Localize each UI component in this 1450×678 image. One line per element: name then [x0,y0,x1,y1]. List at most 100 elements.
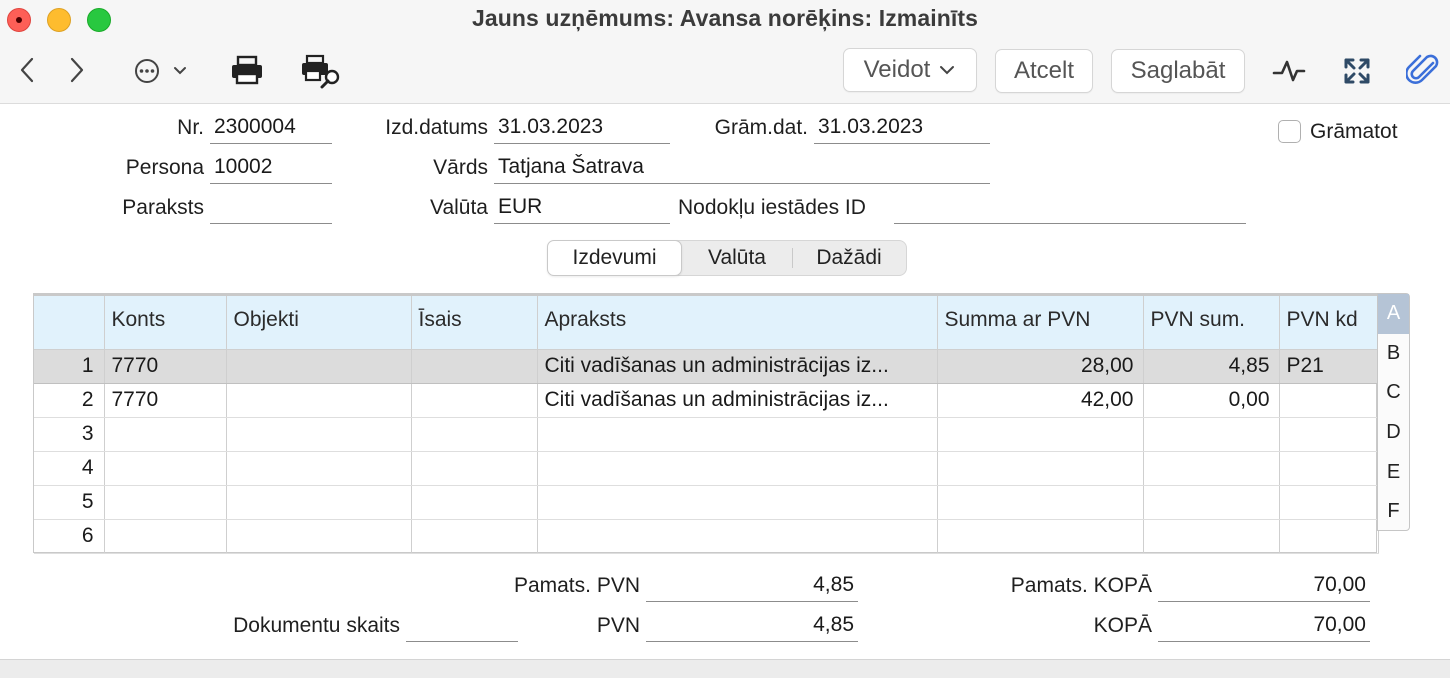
col-header-pvn-sum[interactable]: PVN sum. [1143,296,1280,350]
cell-konts[interactable]: 7770 [104,383,227,418]
nr-field[interactable]: 2300004 [210,112,332,144]
tab-valuta[interactable]: Valūta [682,241,792,275]
total-field: 70,00 [1158,610,1370,642]
fullscreen-icon[interactable] [1340,54,1374,88]
signature-field[interactable] [210,192,332,224]
cell-pvn-kd[interactable] [1279,519,1379,554]
table-row[interactable]: 4 [34,451,1379,486]
name-label: Vārds [433,156,488,179]
cell-apraksts[interactable] [537,519,938,554]
person-field[interactable]: 10002 [210,152,332,184]
cell-isais[interactable] [411,417,538,452]
tab-izdevumi[interactable]: Izdevumi [547,240,682,276]
cell-objekti[interactable] [226,485,412,520]
col-header-pvn-kd[interactable]: PVN kd [1279,296,1379,350]
table-row[interactable]: 1 7770 Citi vadīšanas un administrācijas… [34,349,1379,384]
chart-icon[interactable] [1270,56,1308,86]
cell-konts[interactable]: 7770 [104,349,227,384]
section-tabs: Izdevumi Valūta Dažādi [547,240,907,276]
forward-icon[interactable] [64,54,90,86]
cell-isais[interactable] [411,485,538,520]
cell-konts[interactable] [104,519,227,554]
attachment-icon[interactable] [1404,52,1444,90]
col-header-objekti[interactable]: Objekti [226,296,412,350]
cell-konts[interactable] [104,451,227,486]
tax-id-field[interactable] [894,192,1246,224]
table-row[interactable]: 3 [34,417,1379,452]
table-row[interactable]: 6 [34,519,1379,554]
column-set-b[interactable]: B [1378,334,1409,374]
issue-date-field[interactable]: 31.03.2023 [494,112,670,144]
cell-objekti[interactable] [226,451,412,486]
col-header-konts[interactable]: Konts [104,296,227,350]
column-set-c[interactable]: C [1378,373,1409,413]
cell-pvn-kd[interactable] [1279,485,1379,520]
cell-summa[interactable] [937,417,1144,452]
cell-pvn-kd[interactable]: P21 [1279,349,1379,384]
col-header-apraksts[interactable]: Apraksts [537,296,938,350]
post-label: Grāmatot [1310,120,1398,143]
signature-label: Paraksts [122,196,204,219]
col-header-isais[interactable]: Īsais [411,296,538,350]
book-date-field[interactable]: 31.03.2023 [814,112,990,144]
table-row[interactable]: 2 7770 Citi vadīšanas un administrācijas… [34,383,1379,418]
cancel-button[interactable]: Atcelt [995,49,1093,93]
cell-pvn-sum[interactable] [1143,519,1280,554]
back-icon[interactable] [14,54,40,86]
col-header-summa[interactable]: Summa ar PVN [937,296,1144,350]
cell-summa[interactable]: 28,00 [937,349,1144,384]
cell-pvn-sum[interactable] [1143,451,1280,486]
name-field[interactable]: Tatjana Šatrava [494,152,990,184]
cell-objekti[interactable] [226,519,412,554]
doc-count-field[interactable] [406,610,518,642]
cell-pvn-sum[interactable]: 4,85 [1143,349,1280,384]
tab-dazadi[interactable]: Dažādi [793,241,905,275]
cell-pvn-kd[interactable] [1279,383,1379,418]
print-icon[interactable] [228,52,266,88]
grid-header-row: Konts Objekti Īsais Apraksts Summa ar PV… [34,296,1379,350]
column-set-a[interactable]: A [1378,294,1409,334]
print-preview-icon[interactable] [298,52,346,90]
cell-apraksts[interactable] [537,485,938,520]
create-label: Veidot [863,56,931,83]
cell-isais[interactable] [411,349,538,384]
cell-summa[interactable] [937,485,1144,520]
cell-isais[interactable] [411,383,538,418]
doc-count-label: Dokumentu skaits [233,614,400,637]
column-set-e[interactable]: E [1378,452,1409,492]
create-menu-button[interactable]: Veidot [843,48,977,92]
cell-pvn-kd[interactable] [1279,417,1379,452]
cell-summa[interactable] [937,451,1144,486]
cell-konts[interactable] [104,485,227,520]
cell-objekti[interactable] [226,417,412,452]
cell-apraksts[interactable] [537,417,938,452]
table-row[interactable]: 5 [34,485,1379,520]
cell-apraksts[interactable]: Citi vadīšanas un administrācijas iz... [537,383,938,418]
cell-objekti[interactable] [226,349,412,384]
currency-field[interactable]: EUR [494,192,670,224]
cell-pvn-kd[interactable] [1279,451,1379,486]
column-set-d[interactable]: D [1378,413,1409,453]
col-header-row-number [34,296,105,350]
expense-grid: Konts Objekti Īsais Apraksts Summa ar PV… [33,293,1379,554]
save-button[interactable]: Saglabāt [1111,49,1245,93]
post-checkbox[interactable] [1278,120,1301,143]
cell-isais[interactable] [411,519,538,554]
cell-summa[interactable] [937,519,1144,554]
cell-isais[interactable] [411,451,538,486]
cell-pvn-sum[interactable]: 0,00 [1143,383,1280,418]
window-title: Jauns uzņēmums: Avansa norēķins: Izmainī… [471,5,979,31]
cell-objekti[interactable] [226,383,412,418]
cell-pvn-sum[interactable] [1143,417,1280,452]
vat-label: PVN [596,614,640,637]
more-menu-button[interactable] [132,56,192,86]
cell-pvn-sum[interactable] [1143,485,1280,520]
cell-konts[interactable] [104,417,227,452]
column-set-f[interactable]: F [1378,492,1409,532]
chevron-down-icon [940,66,955,75]
window-bottom-bar [0,659,1450,678]
cell-apraksts[interactable] [537,451,938,486]
row-number: 5 [34,485,105,520]
cell-summa[interactable]: 42,00 [937,383,1144,418]
cell-apraksts[interactable]: Citi vadīšanas un administrācijas iz... [537,349,938,384]
